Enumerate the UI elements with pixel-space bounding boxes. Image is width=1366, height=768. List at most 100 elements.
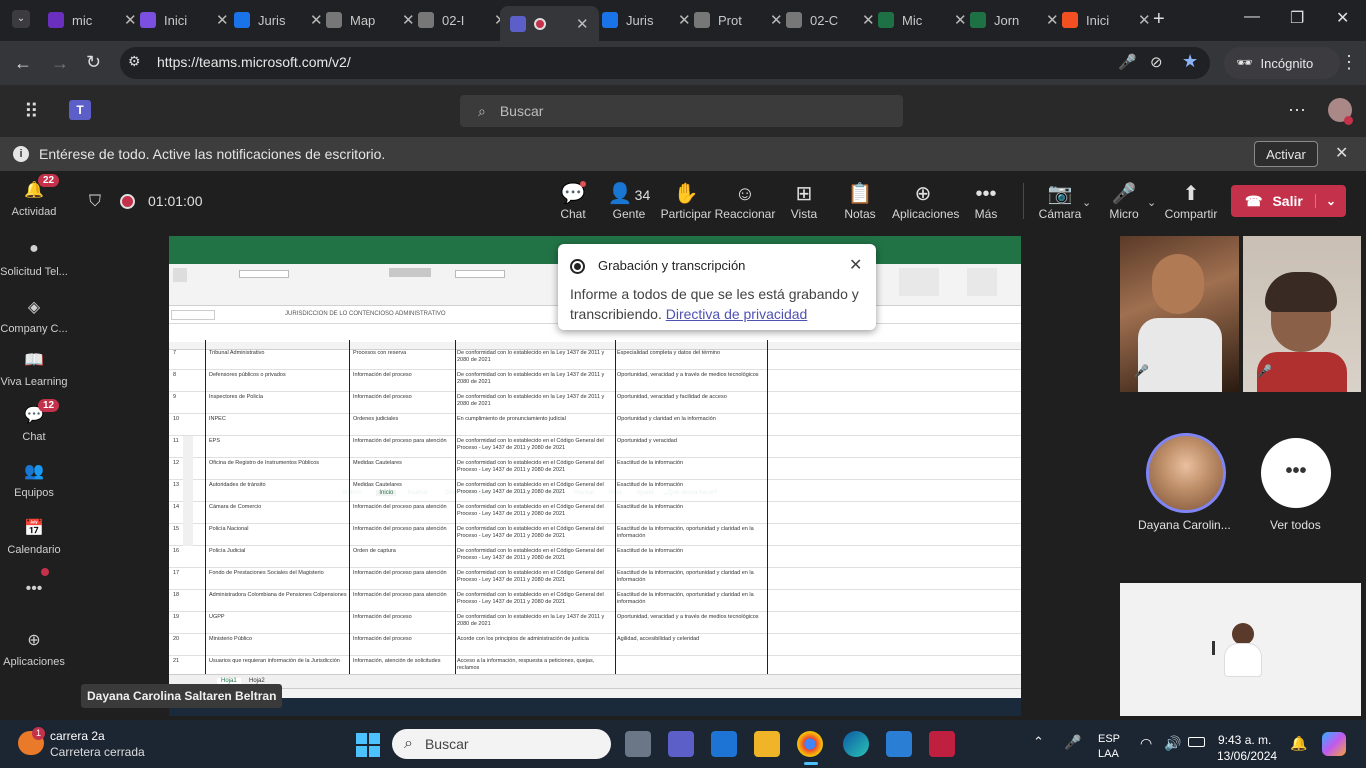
minimize-icon[interactable]: — — [1244, 8, 1260, 26]
leave-options-chevron-icon[interactable]: ⌄ — [1314, 194, 1336, 208]
leave-button[interactable]: ☎ Salir ⌄ — [1231, 185, 1346, 217]
microphone-icon[interactable]: 🎤 — [1118, 53, 1137, 71]
tool-reaccionar[interactable]: ☺ Reaccionar — [714, 181, 776, 221]
close-tab-icon[interactable]: ✕ — [954, 11, 967, 29]
close-tab-icon[interactable]: ✕ — [124, 11, 137, 29]
new-tab-icon[interactable]: + — [1153, 8, 1165, 31]
edge-icon[interactable] — [843, 731, 869, 757]
incognito-badge[interactable]: 🕶 Incógnito — [1224, 47, 1340, 79]
teams-taskbar-icon[interactable] — [668, 731, 694, 757]
store-icon[interactable] — [886, 731, 912, 757]
browser-tab[interactable]: Prot ✕ — [694, 6, 783, 34]
tool-aplicaciones[interactable]: ⊕ Aplicaciones — [892, 181, 959, 221]
chrome-icon[interactable] — [797, 731, 823, 757]
close-banner-icon[interactable]: ✕ — [1335, 143, 1348, 163]
close-tab-icon[interactable]: ✕ — [216, 11, 229, 29]
rail-item[interactable]: ● Solicitud Tel... — [0, 240, 68, 278]
close-tab-icon[interactable]: ✕ — [576, 15, 589, 33]
browser-tab[interactable]: Map ✕ — [326, 6, 415, 34]
participant-video-1[interactable]: 🎤 — [1120, 236, 1239, 392]
browser-tab[interactable]: mic ✕ — [48, 6, 137, 34]
self-view-tile[interactable] — [1120, 583, 1361, 716]
tool-notas[interactable]: 📋 Notas — [829, 181, 891, 221]
browser-menu-icon[interactable]: ⋮ — [1340, 52, 1358, 73]
task-view-icon[interactable] — [625, 731, 651, 757]
cell-c: Información del proceso para atención — [353, 438, 447, 444]
participant-avatar[interactable] — [1146, 433, 1226, 513]
formula-text: JURISDICCION DE LO CONTENCIOSO ADMINISTR… — [285, 311, 446, 317]
camera-options-chevron-icon[interactable]: ⌄ — [1082, 196, 1091, 209]
tool-compartir[interactable]: ⬆ Compartir — [1160, 181, 1222, 221]
tool-más[interactable]: ••• Más — [955, 181, 1017, 221]
site-info-icon[interactable]: ⚙ — [128, 53, 141, 70]
rail-item[interactable]: 📅 Calendario — [0, 518, 68, 556]
maximize-icon[interactable]: ❐ — [1290, 8, 1304, 28]
close-tab-icon[interactable]: ✕ — [1138, 11, 1151, 29]
tool-vista[interactable]: ⊞ Vista — [773, 181, 835, 221]
volume-icon[interactable]: 🔊 — [1164, 735, 1181, 752]
notification-bell-icon[interactable]: 🔔 — [1290, 735, 1307, 752]
mail-icon[interactable] — [711, 731, 737, 757]
rail-item[interactable]: 💬 12 Chat — [0, 399, 68, 443]
close-tab-icon[interactable]: ✕ — [310, 11, 323, 29]
tool-micro[interactable]: 🎤 Micro — [1093, 181, 1155, 221]
participant-video-2[interactable]: 🎤 — [1243, 236, 1361, 392]
bookmark-star-icon[interactable]: ★ — [1182, 51, 1198, 72]
battery-icon[interactable] — [1188, 737, 1205, 747]
show-hidden-icons-chevron[interactable]: ⌃ — [1033, 734, 1044, 750]
close-tab-icon[interactable]: ✕ — [402, 11, 415, 29]
back-icon[interactable]: ← — [14, 53, 32, 74]
mic-options-chevron-icon[interactable]: ⌄ — [1147, 196, 1156, 209]
close-window-icon[interactable]: ✕ — [1336, 8, 1349, 28]
close-tab-icon[interactable]: ✕ — [678, 11, 691, 29]
wifi-icon[interactable]: ◠ — [1140, 735, 1152, 752]
app-launcher-icon[interactable]: ⠿ — [24, 99, 39, 124]
privacy-policy-link[interactable]: Directiva de privacidad — [666, 306, 808, 322]
lang-line-1[interactable]: ESP — [1098, 733, 1120, 745]
close-popup-icon[interactable]: ✕ — [849, 255, 862, 275]
see-all-button[interactable]: ••• — [1261, 438, 1331, 508]
cell-c: Información del proceso para atención — [353, 526, 447, 532]
tool-gente[interactable]: 👤 34 Gente — [598, 181, 660, 221]
activate-notifications-button[interactable]: Activar — [1254, 141, 1318, 167]
close-tab-icon[interactable]: ✕ — [1046, 11, 1059, 29]
rail-item[interactable]: ••• — [0, 568, 68, 606]
url-text[interactable]: https://teams.microsoft.com/v2/ — [157, 54, 351, 70]
browser-tab[interactable]: Juris ✕ — [602, 6, 691, 34]
browser-tab[interactable]: Mic ✕ — [878, 6, 967, 34]
eye-off-icon[interactable]: ⊘ — [1150, 53, 1163, 71]
rail-item[interactable]: 📖 Viva Learning — [0, 350, 68, 388]
forward-icon[interactable]: → — [51, 53, 69, 74]
clock-time[interactable]: 9:43 a. m. — [1218, 733, 1271, 747]
tool-label: Más — [974, 207, 998, 221]
rail-item[interactable]: ⊕ Aplicaciones — [0, 630, 68, 668]
rail-item[interactable]: 🔔 22 Actividad — [0, 174, 68, 218]
cell-b: Policía Judicial — [209, 548, 246, 554]
meeting-timer: 01:01:00 — [148, 193, 203, 209]
tool-participar[interactable]: ✋ Participar — [655, 181, 717, 221]
copilot-icon[interactable] — [1322, 732, 1346, 756]
browser-tab[interactable]: Inici ✕ — [140, 6, 229, 34]
taskbar-mic-icon[interactable]: 🎤 — [1064, 734, 1081, 751]
tool-chat[interactable]: 💬 Chat — [542, 181, 604, 221]
browser-tab[interactable]: Juris ✕ — [234, 6, 323, 34]
file-explorer-icon[interactable] — [754, 731, 780, 757]
windows-start-icon[interactable] — [356, 733, 380, 757]
search-input[interactable]: ⌕ Buscar — [460, 95, 903, 127]
rail-item[interactable]: ◈ Company C... — [0, 297, 68, 335]
browser-tab[interactable]: ✕ — [500, 6, 599, 41]
browser-tab[interactable]: 02-C ✕ — [786, 6, 875, 34]
weather-line-1[interactable]: carrera 2a — [50, 729, 105, 743]
browser-tab[interactable]: 02-I✕ — [418, 6, 507, 34]
browser-tab[interactable]: Jorn ✕ — [970, 6, 1059, 34]
close-tab-icon[interactable]: ✕ — [862, 11, 875, 29]
reload-icon[interactable]: ↻ — [86, 52, 101, 73]
rail-item[interactable]: 👥 Equipos — [0, 461, 68, 499]
taskbar-search-input[interactable]: ⌕ Buscar — [392, 729, 611, 759]
browser-tab[interactable]: Inici ✕ — [1062, 6, 1151, 34]
tab-search-icon[interactable]: ⌄ — [12, 10, 30, 28]
notes-icon: 📋 — [847, 183, 873, 205]
more-options-icon[interactable]: ⋯ — [1288, 100, 1306, 121]
close-tab-icon[interactable]: ✕ — [770, 11, 783, 29]
snipping-icon[interactable] — [929, 731, 955, 757]
